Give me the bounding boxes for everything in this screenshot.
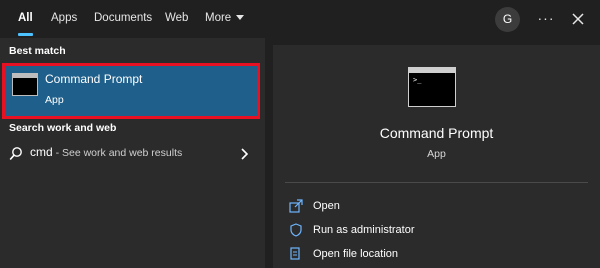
web-result-text: cmd - See work and web results	[30, 145, 182, 159]
command-prompt-large-icon: >_	[408, 67, 456, 107]
tab-apps[interactable]: Apps	[51, 0, 77, 38]
search-icon	[9, 147, 22, 161]
close-button[interactable]	[568, 8, 588, 30]
file-location-icon	[290, 247, 300, 260]
best-match-result[interactable]: Command Prompt App	[2, 63, 260, 119]
search-web-heading: Search work and web	[9, 122, 117, 134]
tab-label: Apps	[51, 12, 78, 24]
app-type: App	[427, 148, 446, 160]
icon-titlebar	[409, 68, 455, 73]
icon-titlebar	[13, 74, 37, 78]
tab-label: Web	[165, 12, 189, 24]
search-tab-bar: All Apps Documents Web More G ···	[0, 0, 600, 38]
more-options-button[interactable]: ···	[536, 7, 556, 32]
chevron-down-icon	[236, 15, 245, 20]
open-file-location-action[interactable]: Open file location	[285, 245, 585, 267]
run-as-administrator-action[interactable]: Run as administrator	[285, 221, 585, 243]
result-name: Command Prompt	[45, 72, 143, 86]
tab-label: More	[205, 12, 232, 24]
tab-all[interactable]: All	[18, 0, 33, 38]
command-prompt-icon	[12, 73, 38, 96]
tab-label: Documents	[94, 12, 153, 24]
app-name: Command Prompt	[379, 125, 494, 141]
results-panel: Best match Command Prompt App Search wor…	[0, 38, 265, 268]
shield-icon	[290, 223, 302, 237]
divider	[285, 182, 588, 183]
open-action[interactable]: Open	[285, 197, 585, 219]
active-tab-indicator	[18, 33, 33, 36]
start-search-window: All Apps Documents Web More G ··· Best m…	[0, 0, 600, 268]
account-avatar[interactable]: G	[495, 7, 520, 32]
web-result-hint: - See work and web results	[52, 147, 183, 159]
tab-more[interactable]: More	[205, 0, 245, 38]
tab-web[interactable]: Web	[165, 0, 188, 38]
chevron-right-icon[interactable]	[240, 147, 250, 161]
action-label: Run as administrator	[313, 224, 415, 236]
close-icon	[572, 13, 584, 25]
open-icon	[289, 199, 303, 213]
web-search-result[interactable]: cmd - See work and web results	[0, 139, 265, 169]
search-query: cmd	[30, 145, 53, 159]
action-label: Open	[313, 200, 340, 212]
action-label: Open file location	[313, 248, 398, 260]
prompt-glyph: >_	[413, 76, 422, 84]
best-match-heading: Best match	[9, 45, 66, 57]
tab-documents[interactable]: Documents	[94, 0, 152, 38]
result-type: App	[45, 94, 64, 106]
details-panel: >_ Command Prompt App Open Run as admini…	[273, 45, 600, 268]
tab-label: All	[18, 12, 33, 24]
